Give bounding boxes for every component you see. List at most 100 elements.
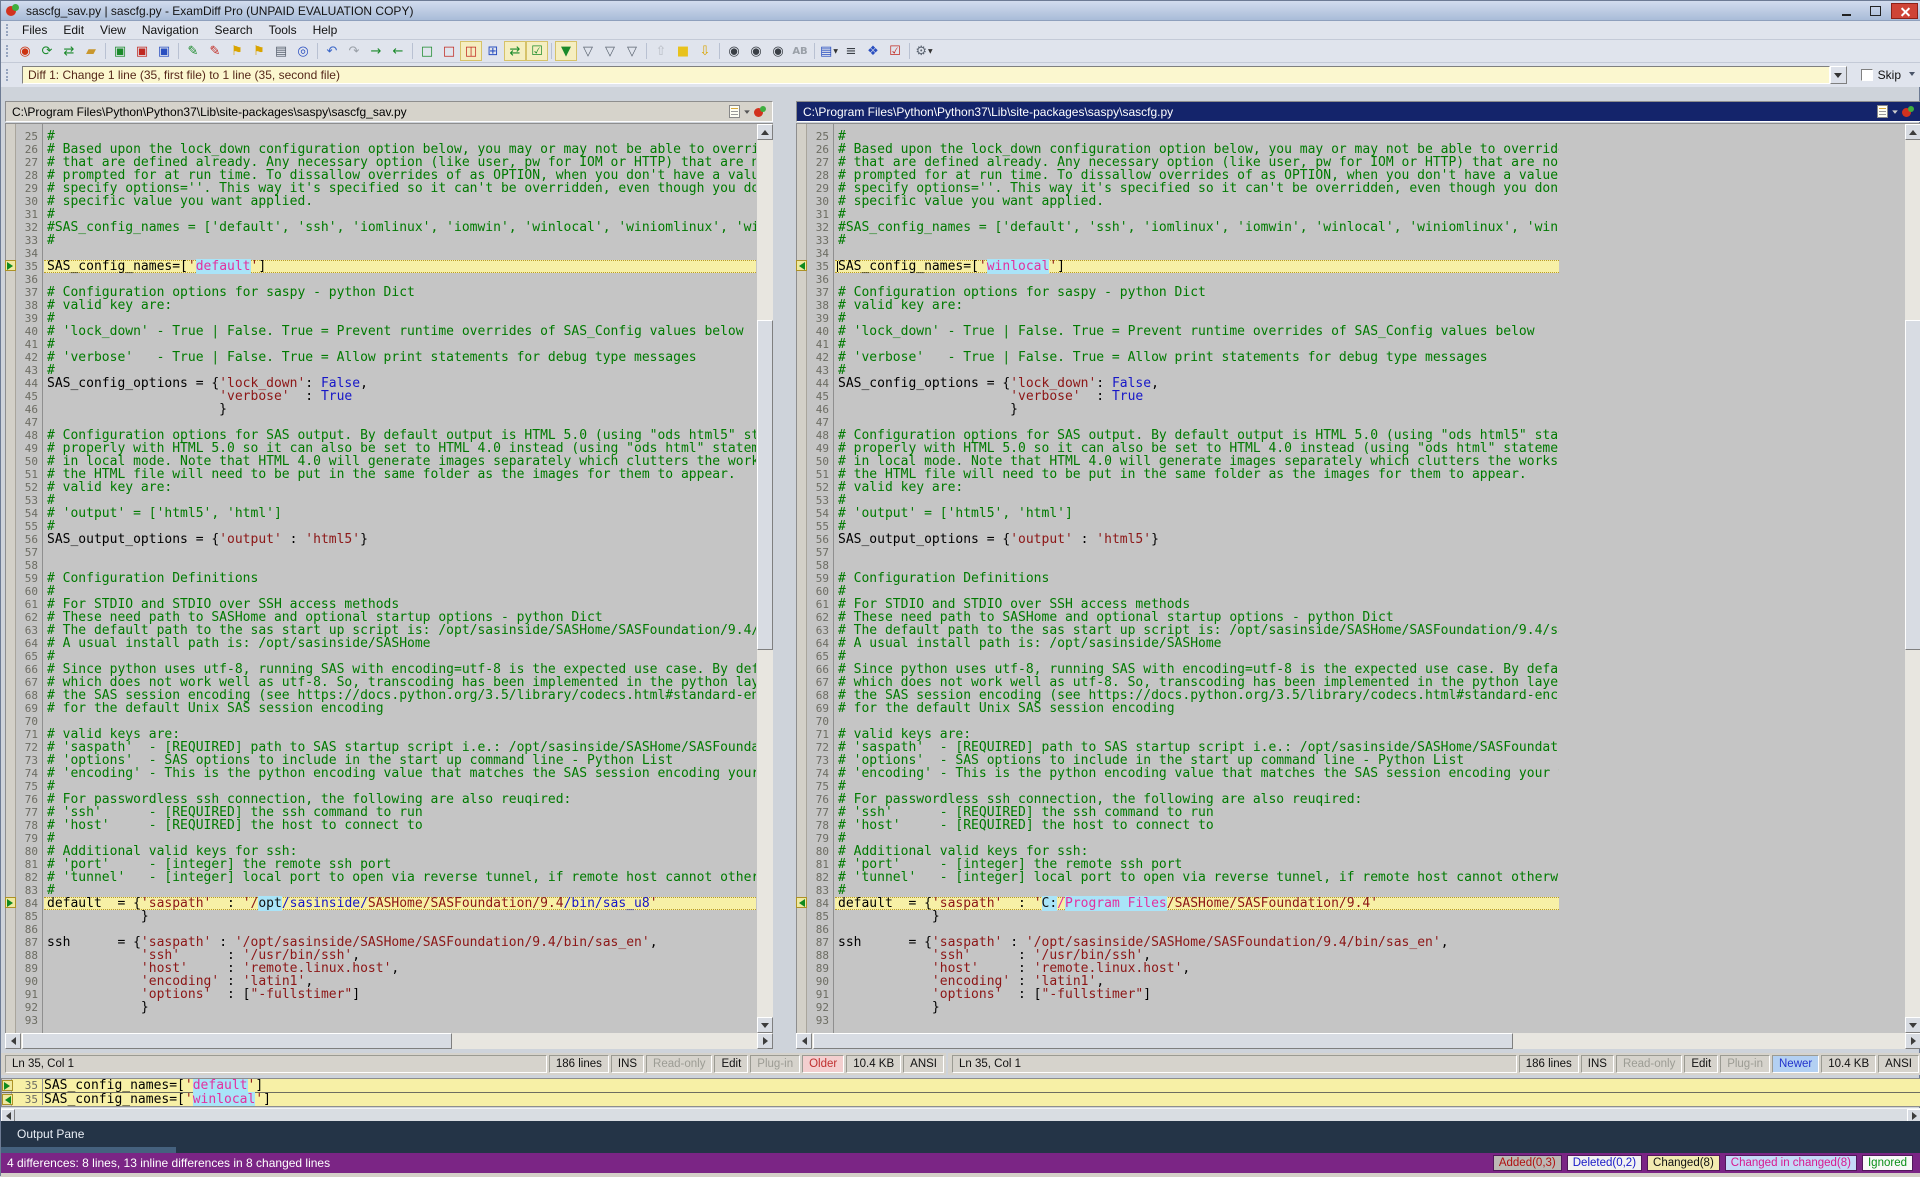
legend-badge-changed-in-changed[interactable]: Changed in changed(8) (1725, 1155, 1857, 1171)
plugins-button[interactable]: ❖ (862, 41, 884, 61)
grid-view-button[interactable]: ⊞ (482, 41, 504, 61)
show-second-pane-button[interactable]: □ (438, 41, 460, 61)
find-next-button[interactable]: ◉ (745, 41, 767, 61)
flag-second-button[interactable]: ⚑ (248, 41, 270, 61)
diff-marker-icon[interactable] (5, 260, 16, 271)
current-diff-combobox[interactable]: Diff 1: Change 1 line (35, first file) t… (22, 66, 1830, 84)
close-button[interactable] (1891, 3, 1918, 19)
edit-second-button[interactable]: ✎ (204, 41, 226, 61)
pane-compare-icon[interactable] (1902, 106, 1914, 118)
code-line[interactable]: # A usual install path is: /opt/sasinsid… (835, 637, 1559, 650)
pane-menu-caret-icon[interactable] (1892, 110, 1898, 116)
diff-combo-dropdown-button[interactable] (1830, 66, 1847, 84)
legend-badge-deleted[interactable]: Deleted(0,2) (1567, 1155, 1642, 1171)
find-previous-button[interactable]: ◉ (767, 41, 789, 61)
code-line[interactable]: # (44, 234, 756, 247)
output-pane-header[interactable]: Output Pane (1, 1121, 1920, 1147)
diffbar-grip[interactable] (6, 69, 9, 81)
menu-grip[interactable] (6, 24, 9, 36)
show-identical-lines-button[interactable]: ☑ (526, 41, 548, 61)
show-first-pane-button[interactable]: □ (416, 41, 438, 61)
maximize-button[interactable] (1862, 3, 1889, 19)
report-button[interactable]: ▤▼ (818, 41, 840, 61)
print-button[interactable]: ▤ (270, 41, 292, 61)
menu-edit[interactable]: Edit (55, 22, 92, 39)
code-line[interactable]: # 'tunnel' - [integer] local port to ope… (44, 871, 756, 884)
next-difference-button[interactable]: → (365, 41, 387, 61)
code-line[interactable]: } (44, 403, 756, 416)
code-line[interactable]: } (835, 403, 1559, 416)
flag-first-button[interactable]: ⚑ (226, 41, 248, 61)
filter-changed-button[interactable]: ▽ (577, 41, 599, 61)
find-button[interactable]: ◉ (723, 41, 745, 61)
code-line[interactable]: default = {'saspath' : 'C:/Program Files… (835, 897, 1559, 910)
code-line[interactable]: SAS_output_options = {'output' : 'html5'… (835, 533, 1559, 546)
code-line[interactable]: # for the default Unix SAS session encod… (44, 702, 756, 715)
filter-deleted-button[interactable]: ▽ (621, 41, 643, 61)
menu-search[interactable]: Search (207, 22, 261, 39)
code-line[interactable]: } (835, 1001, 1559, 1014)
code-line[interactable]: # A usual install path is: /opt/sasinsid… (44, 637, 756, 650)
code-line[interactable]: SAS_output_options = {'output' : 'html5'… (44, 533, 756, 546)
code-line[interactable]: # specific value you want applied. (835, 195, 1559, 208)
compare-files-button[interactable]: ◉ (14, 41, 36, 61)
second-pane-horizontal-scrollbar[interactable] (796, 1033, 1920, 1049)
swap-files-button[interactable]: ⇄ (58, 41, 80, 61)
redo-button[interactable]: ↷ (343, 41, 365, 61)
code-line[interactable]: # 'verbose' - True | False. True = Allow… (835, 351, 1559, 364)
code-line[interactable] (835, 1014, 1559, 1027)
open-session-button[interactable]: ▰ (80, 41, 102, 61)
code-line[interactable]: # (835, 234, 1559, 247)
code-line[interactable]: # Configuration Definitions (835, 572, 1559, 585)
current-diff-line[interactable]: 35SAS_config_names=['winlocal'] (2, 1092, 1920, 1105)
menu-tools[interactable]: Tools (261, 22, 305, 39)
save-both-button[interactable]: ▣ (153, 41, 175, 61)
code-line[interactable]: #SAS_config_names = ['default', 'ssh', '… (44, 221, 756, 234)
code-line[interactable]: # valid key are: (44, 299, 756, 312)
filter-all-button[interactable]: ▼ (555, 41, 577, 61)
code-line[interactable]: 'options' : ["-fullstimer"] (835, 988, 1559, 1001)
pane-compare-icon[interactable] (754, 106, 766, 118)
find-in-files-button[interactable]: ◎ (292, 41, 314, 61)
options-validate-button[interactable]: ☑ (884, 41, 906, 61)
code-line[interactable]: # 'encoding' - This is the python encodi… (835, 767, 1559, 780)
first-pane-horizontal-scrollbar[interactable] (5, 1033, 773, 1049)
settings-button[interactable]: ⚙▼ (913, 41, 935, 61)
second-file-pane[interactable]: 2526272829303132333435363738394041424344… (796, 123, 1920, 1033)
code-line[interactable]: # valid key are: (44, 481, 756, 494)
match-case-button[interactable]: AB (789, 41, 811, 61)
current-diff-pane-scrollbar[interactable] (1, 1108, 1920, 1121)
minimize-button[interactable] (1833, 3, 1860, 19)
pane-menu-icon[interactable] (729, 105, 740, 118)
save-second-button[interactable]: ▣ (131, 41, 153, 61)
code-line[interactable]: #SAS_config_names = ['default', 'ssh', '… (835, 221, 1559, 234)
pane-menu-caret-icon[interactable] (744, 110, 750, 116)
statistics-button[interactable]: ≡ (840, 41, 862, 61)
code-line[interactable]: # 'host' - [REQUIRED] the host to connec… (835, 819, 1559, 832)
menu-view[interactable]: View (92, 22, 134, 39)
first-file-header[interactable]: C:\Program Files\Python\Python37\Lib\sit… (5, 101, 773, 122)
first-file-pane[interactable]: 2526272829303132333435363738394041424344… (5, 123, 773, 1033)
filter-added-button[interactable]: ▽ (599, 41, 621, 61)
edit-first-button[interactable]: ✎ (182, 41, 204, 61)
diff-marker-icon[interactable] (796, 897, 807, 908)
code-line[interactable]: # 'output' = ['html5', 'html'] (44, 507, 756, 520)
code-line[interactable]: } (44, 910, 756, 923)
code-line[interactable]: # valid key are: (835, 299, 1559, 312)
code-line[interactable]: # 'output' = ['html5', 'html'] (835, 507, 1559, 520)
code-line[interactable]: } (44, 1001, 756, 1014)
split-vertical-button[interactable]: ◫ (460, 41, 482, 61)
save-first-button[interactable]: ▣ (109, 41, 131, 61)
menu-help[interactable]: Help (305, 22, 346, 39)
code-line[interactable]: # for the default Unix SAS session encod… (835, 702, 1559, 715)
diff-marker-icon[interactable] (796, 260, 807, 271)
next-change-button[interactable]: ⇩ (694, 41, 716, 61)
second-file-header[interactable]: C:\Program Files\Python\Python37\Lib\sit… (796, 101, 1920, 122)
code-line[interactable]: # 'host' - [REQUIRED] the host to connec… (44, 819, 756, 832)
code-line[interactable]: # 'verbose' - True | False. True = Allow… (44, 351, 756, 364)
code-line[interactable] (44, 1014, 756, 1027)
code-line[interactable]: # 'lock_down' - True | False. True = Pre… (835, 325, 1559, 338)
code-line[interactable]: SAS_config_names=['default'] (44, 260, 756, 273)
code-line[interactable] (835, 546, 1559, 559)
code-line[interactable]: default = {'saspath' : '/opt/sasinside/S… (44, 897, 756, 910)
